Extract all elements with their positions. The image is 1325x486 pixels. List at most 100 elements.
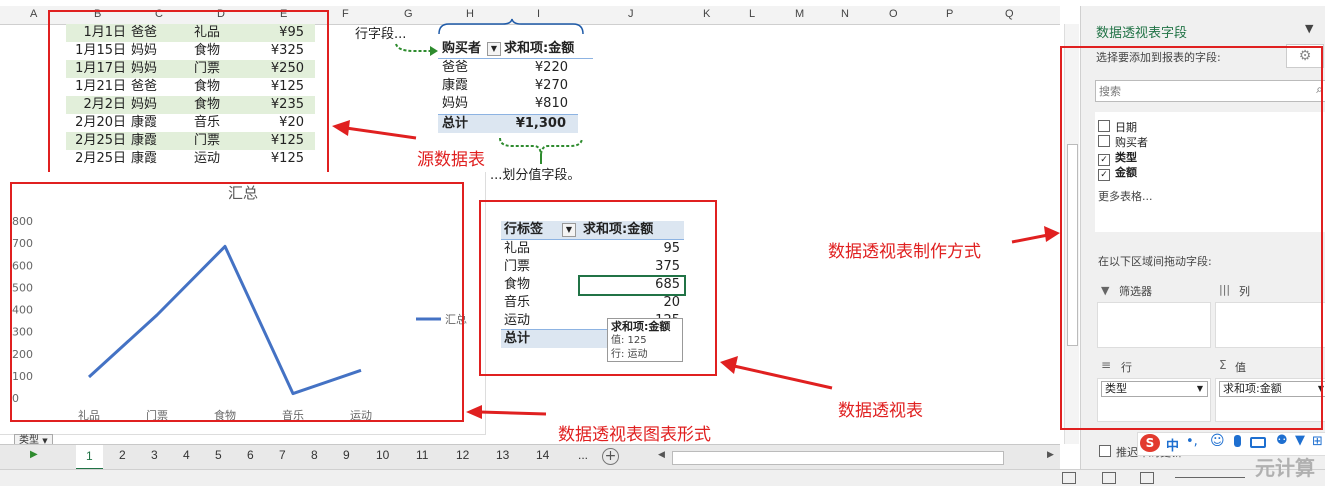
- col-q[interactable]: Q: [1005, 8, 1014, 20]
- checkbox-icon: [1099, 445, 1111, 457]
- pivot2-row-value[interactable]: 20: [663, 294, 680, 312]
- method-annotation: 数据透视表制作方式: [828, 242, 981, 262]
- sheet-tab[interactable]: 9: [343, 448, 350, 462]
- dropdown-icon[interactable]: ▼: [562, 223, 576, 237]
- pivot1-total-value[interactable]: ¥1,300: [516, 115, 566, 133]
- user-icon[interactable]: ⚉: [1276, 433, 1288, 448]
- pivot1-row-value[interactable]: ¥270: [535, 77, 568, 95]
- pivot-annotation: 数据透视表: [838, 401, 923, 421]
- pivot2-row-name[interactable]: 礼品: [504, 240, 530, 258]
- dropdown-icon[interactable]: ▼: [487, 42, 501, 56]
- sheet-tab[interactable]: 6: [247, 448, 254, 462]
- col-a[interactable]: A: [30, 8, 37, 20]
- tooltip-title: 求和项:金额: [611, 320, 671, 333]
- add-sheet-icon[interactable]: +: [602, 448, 619, 465]
- pivot1-header: 购买者 ▼ 求和项:金额: [438, 40, 593, 59]
- sheet-tab-more[interactable]: ...: [578, 448, 588, 462]
- col-p[interactable]: P: [946, 8, 953, 20]
- pivot2-row-value[interactable]: 95: [663, 240, 680, 258]
- col-l[interactable]: L: [749, 8, 755, 20]
- pivot2-row: 礼品 95: [501, 240, 683, 258]
- sheet-tab[interactable]: 1: [76, 445, 103, 470]
- sheet-tabs-bar: ▶ 1 2 3 4 5 6 7 8 9 10 11 12 13 14 ... +…: [0, 444, 1060, 470]
- col-m[interactable]: M: [795, 8, 804, 20]
- sheet-tab[interactable]: 12: [456, 448, 469, 462]
- sheet-tab[interactable]: 14: [536, 448, 549, 462]
- pivot1-header-sum: 求和项:金额: [504, 41, 575, 56]
- sheet-tab[interactable]: 13: [496, 448, 509, 462]
- pivot1-row-name[interactable]: 爸爸: [442, 59, 468, 77]
- horizontal-scrollbar[interactable]: [672, 451, 1004, 465]
- normal-view-icon[interactable]: [1062, 472, 1076, 484]
- pivot2-row-value[interactable]: 685: [655, 276, 680, 294]
- sheet-tab[interactable]: 4: [183, 448, 190, 462]
- pivot1-row: 爸爸 ¥220: [438, 59, 578, 77]
- col-n[interactable]: N: [841, 8, 849, 20]
- pivot1-header-buyer: 购买者: [442, 41, 482, 56]
- shirt-icon[interactable]: ▼: [1295, 433, 1305, 448]
- arrow-method: [1011, 226, 1060, 244]
- pivot2-row-value[interactable]: 375: [655, 258, 680, 276]
- col-g[interactable]: G: [404, 8, 413, 20]
- sheet-tab[interactable]: 11: [416, 448, 428, 462]
- chart-annotation: 数据透视表图表形式: [558, 425, 711, 445]
- chart-highlight: [10, 182, 464, 422]
- pivot1-row-value[interactable]: ¥810: [535, 95, 568, 113]
- col-o[interactable]: O: [889, 8, 898, 20]
- sheet-tab[interactable]: 10: [376, 448, 389, 462]
- col-f[interactable]: F: [342, 8, 349, 20]
- microphone-icon[interactable]: [1234, 435, 1241, 447]
- source-table-highlight: [48, 10, 329, 174]
- pivot2-header: 行标签 ▼ 求和项:金额: [501, 221, 684, 240]
- tab-nav-arrow-icon[interactable]: ▶: [30, 449, 38, 460]
- pivot1-row-name[interactable]: 妈妈: [442, 95, 468, 113]
- watermark: 元计算: [1255, 456, 1315, 480]
- pivot2-row: 门票 375: [501, 258, 683, 276]
- arrow-pivot: [720, 356, 833, 390]
- sheet-tab[interactable]: 5: [215, 448, 222, 462]
- panel-highlight: [1060, 46, 1323, 430]
- col-j[interactable]: J: [628, 8, 634, 20]
- emoji-icon[interactable]: ☺: [1210, 433, 1225, 449]
- row-field-arrow: [395, 43, 438, 56]
- pivot2-row: 食物 685: [501, 275, 686, 296]
- page-break-icon[interactable]: [1140, 472, 1154, 484]
- chevron-down-icon[interactable]: ▼: [1305, 22, 1313, 35]
- sheet-tab[interactable]: 2: [119, 448, 126, 462]
- sheet-tab[interactable]: 7: [279, 448, 286, 462]
- page-layout-icon[interactable]: [1102, 472, 1116, 484]
- punctuation-icon[interactable]: •,: [1186, 434, 1198, 449]
- grid-icon[interactable]: ⊞: [1312, 434, 1323, 449]
- col-k[interactable]: K: [703, 8, 710, 20]
- status-bar: [0, 469, 1325, 486]
- pivot1-row: 康霞 ¥270: [438, 77, 578, 95]
- top-brace: [438, 18, 584, 35]
- pivot2-total-label[interactable]: 总计: [504, 330, 530, 348]
- tooltip-value: 值: 125: [611, 335, 647, 346]
- sheet-tab[interactable]: 3: [151, 448, 158, 462]
- source-annotation: 源数据表: [417, 150, 485, 170]
- pivot1-row-value[interactable]: ¥220: [535, 59, 568, 77]
- pivot2-header-sum: 求和项:金额: [583, 222, 654, 237]
- arrow-chart: [466, 405, 547, 419]
- value-tooltip: 求和项:金额 值: 125 行: 运动: [607, 318, 683, 362]
- scroll-left-icon[interactable]: ◀: [658, 450, 665, 460]
- arrow-source: [332, 120, 417, 140]
- pivot1-total: 总计 ¥1,300: [438, 114, 578, 133]
- pivot2-row-name[interactable]: 食物: [504, 276, 530, 294]
- pivot2-header-row: 行标签: [504, 222, 544, 237]
- panel-title: 数据透视表字段: [1096, 26, 1188, 41]
- pivot2-row-name[interactable]: 音乐: [504, 294, 530, 312]
- pivot1-row: 妈妈 ¥810: [438, 95, 578, 113]
- scroll-right-icon[interactable]: ▶: [1047, 450, 1054, 460]
- pivot1-row-name[interactable]: 康霞: [442, 77, 468, 95]
- value-field-label: ...划分值字段。: [490, 168, 581, 183]
- pivot2-row-name[interactable]: 运动: [504, 312, 530, 330]
- sheet-tab[interactable]: 8: [311, 448, 318, 462]
- pivot2-row: 音乐 20: [501, 294, 683, 312]
- pivot2-row-name[interactable]: 门票: [504, 258, 530, 276]
- keyboard-icon[interactable]: [1250, 437, 1266, 448]
- ime-mode-label[interactable]: 中: [1166, 435, 1179, 454]
- pivot1-total-label[interactable]: 总计: [442, 115, 468, 133]
- zoom-slider[interactable]: [1175, 477, 1245, 478]
